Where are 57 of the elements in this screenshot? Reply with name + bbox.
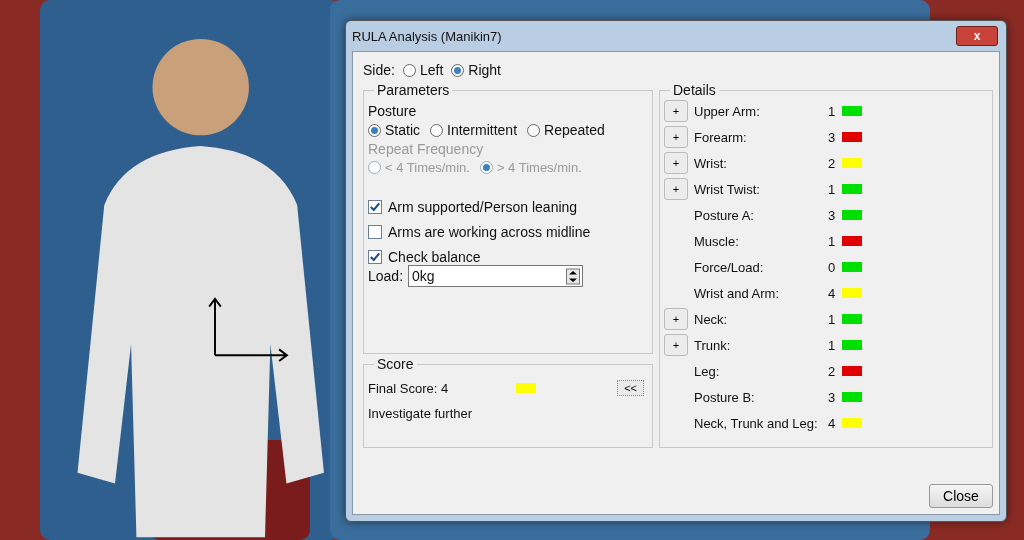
- side-radio[interactable]: Right: [451, 62, 501, 78]
- posture-radio[interactable]: Repeated: [527, 122, 605, 138]
- expand-button[interactable]: +: [664, 178, 688, 200]
- expand-button[interactable]: +: [664, 100, 688, 122]
- detail-label: Posture A:: [694, 207, 755, 223]
- detail-label: Force/Load:: [694, 259, 765, 275]
- group-title: Score: [376, 356, 415, 372]
- expand-button[interactable]: +: [664, 334, 688, 356]
- posture-label: Posture: [368, 103, 418, 119]
- option-checkbox[interactable]: Arm supported/Person leaning: [368, 199, 646, 215]
- detail-label: Wrist Twist:: [694, 181, 761, 197]
- frequency-label: Repeat Frequency: [368, 141, 485, 157]
- window-close-button[interactable]: x: [956, 26, 998, 46]
- detail-score: 3: [828, 207, 837, 223]
- spin-arrows-icon[interactable]: [566, 267, 581, 285]
- detail-score: 4: [828, 285, 837, 301]
- detail-score: 1: [828, 233, 837, 249]
- posture-radio[interactable]: Static: [368, 122, 420, 138]
- detail-label: Trunk:: [694, 337, 732, 353]
- group-title: Details: [672, 82, 717, 98]
- group-title: Parameters: [376, 82, 451, 98]
- checkmark-icon: [369, 251, 381, 263]
- load-label: Load:: [368, 268, 404, 284]
- detail-label: Leg:: [694, 363, 721, 379]
- detail-label: Muscle:: [694, 233, 740, 249]
- final-score: Final Score: 4: [368, 380, 450, 396]
- expand-button[interactable]: +: [664, 152, 688, 174]
- score-result: Investigate further: [368, 406, 474, 421]
- detail-score: 4: [828, 415, 837, 431]
- load-spin-field[interactable]: 0kg: [408, 265, 584, 287]
- side-label: Side:: [363, 62, 395, 78]
- detail-score: 0: [828, 259, 837, 275]
- option-checkbox[interactable]: Arms are working across midline: [368, 224, 646, 240]
- expand-button[interactable]: +: [664, 126, 688, 148]
- close-dialog-button[interactable]: Close: [929, 484, 993, 508]
- detail-score: 1: [828, 337, 837, 353]
- detail-score: 2: [828, 363, 837, 379]
- detail-label: Wrist:: [694, 155, 728, 171]
- detail-score: 3: [828, 129, 837, 145]
- detail-score: 1: [828, 103, 837, 119]
- detail-score: 3: [828, 389, 837, 405]
- detail-label: Wrist and Arm:: [694, 285, 780, 301]
- collapse-button[interactable]: <<: [617, 380, 644, 396]
- window-title: RULA Analysis (Manikin7): [352, 28, 502, 44]
- posture-radio[interactable]: Intermittent: [430, 122, 518, 138]
- expand-button[interactable]: +: [664, 308, 688, 330]
- option-checkbox[interactable]: Check balance: [368, 249, 646, 265]
- detail-label: Forearm:: [694, 129, 748, 145]
- detail-label: Neck, Trunk and Leg:: [694, 415, 819, 431]
- detail-score: 2: [828, 155, 837, 171]
- checkmark-icon: [369, 201, 381, 213]
- detail-label: Upper Arm:: [694, 103, 761, 119]
- detail-label: Neck:: [694, 311, 729, 327]
- detail-score: 1: [828, 181, 837, 197]
- detail-label: Posture B:: [694, 389, 756, 405]
- detail-score: 1: [828, 311, 837, 327]
- side-radio[interactable]: Left: [402, 62, 444, 78]
